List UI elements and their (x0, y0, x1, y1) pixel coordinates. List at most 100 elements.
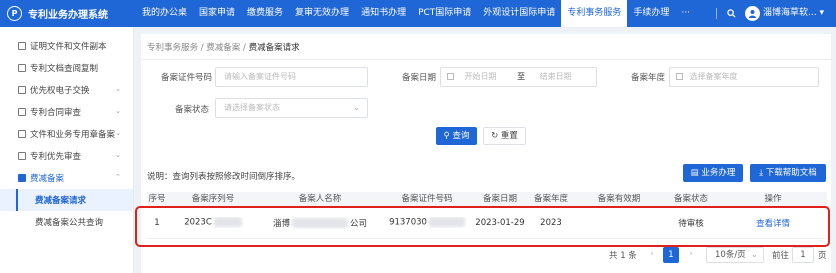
reset-button[interactable]: ↻ 重置 (483, 127, 526, 145)
nav-reexamination[interactable]: 复审无效办理 (289, 0, 355, 27)
calendar-icon (676, 73, 683, 80)
view-details-link[interactable]: 查看详情 (719, 217, 827, 229)
sidebar-item-certificates[interactable]: 证明文件和文件副本 (0, 35, 133, 57)
download-button-label: 下载帮助文档 (765, 168, 817, 178)
nav-patent-affairs[interactable]: 专利事务服务 (561, 0, 628, 27)
breadcrumb-current: 费减备案请求 (248, 43, 300, 53)
sidebar-item-label: 专利文档查阅复制 (30, 64, 99, 74)
cell-index: 1 (154, 217, 160, 228)
col-date: 备案日期 (482, 194, 517, 204)
goto-label: 前往 (772, 251, 790, 261)
year-picker[interactable]: 选择备案年度 (669, 67, 819, 87)
patent-logo-icon: P (7, 6, 22, 21)
search-button-label: 查询 (452, 131, 470, 141)
page-1-button[interactable]: 1 (663, 247, 679, 263)
top-bar: P 专利业务办理系统 我的办公桌 国家申请 缴费服务 复审无效办理 通知书办理 … (0, 0, 836, 27)
col-cert: 备案证件号码 (401, 194, 453, 204)
nav-more[interactable]: ··· (675, 0, 696, 27)
seal-icon (18, 130, 26, 138)
sidebar-item-fee-reduction[interactable]: 费减备案 ⌃ (0, 167, 133, 189)
page-size-select[interactable]: 10条/页 ⌄ (706, 247, 764, 263)
exchange-icon (18, 86, 26, 94)
year-label: 备案年度 (630, 73, 665, 83)
breadcrumb-separator: / (200, 43, 204, 53)
status-select[interactable]: 请选择备案状态 ⌄ (215, 98, 368, 118)
document-icon: ▤ (690, 168, 699, 178)
avatar-icon[interactable] (745, 6, 760, 21)
col-name: 备案人名称 (298, 194, 342, 204)
serial-prefix: 2023C (184, 217, 212, 228)
search-icon[interactable] (724, 6, 739, 21)
breadcrumb: 专利事务服务 / 费减备案 / 费减备案请求 (147, 41, 300, 53)
col-index: 序号 (148, 194, 166, 204)
sidebar-item-label: 专利优先审查 (30, 152, 82, 162)
sidebar-item-label: 证明文件和文件副本 (30, 42, 107, 52)
chevron-down-icon: ▾ (819, 8, 824, 18)
end-date-input[interactable]: 结束日期 (540, 72, 572, 81)
start-date-input[interactable]: 开始日期 (465, 72, 497, 81)
date-range-separator: 至 (517, 72, 526, 81)
search-icon: ⚲ (443, 131, 450, 141)
date-range-picker[interactable]: 开始日期 至 结束日期 (440, 67, 597, 87)
business-button[interactable]: ▤ 业务办理 (683, 164, 743, 182)
app-logo[interactable]: P 专利业务办理系统 (7, 6, 108, 21)
chevron-up-icon: ⌃ (115, 173, 121, 181)
sidebar-item-fee-reduction-query[interactable]: 费减备案公共查询 (0, 211, 133, 233)
cert-prefix: 9137030 (389, 217, 427, 228)
status-label: 备案状态 (174, 105, 209, 115)
contract-icon (18, 108, 26, 116)
pager-total: 共 1 条 (609, 251, 637, 261)
sidebar-item-fee-reduction-request[interactable]: 费减备案请求 (0, 189, 133, 211)
chevron-down-icon: ⌄ (115, 107, 121, 115)
sort-note: 说明：查询列表按照修改时间倒序排序。 (147, 172, 301, 182)
cert-label: 备案证件号码 (161, 73, 213, 83)
main-panel: 专利事务服务 / 费减备案 / 费减备案请求 备案证件号码 请输入备案证件号码 … (141, 34, 831, 273)
year-placeholder: 选择备案年度 (689, 72, 738, 81)
sidebar-item-contract-review[interactable]: 专利合同审查 ⌄ (0, 101, 133, 123)
next-page-button[interactable]: › (684, 247, 698, 263)
cell-year: 2023 (540, 217, 562, 228)
status-placeholder: 请选择备案状态 (224, 103, 280, 112)
app-title: 专利业务办理系统 (28, 10, 108, 21)
table-header: 序号 备案序列号 备案人名称 备案证件号码 备案日期 备案年度 备案有效期 备案… (147, 192, 827, 207)
breadcrumb-link[interactable]: 费减备案 (206, 43, 240, 53)
cell-status: 待审核 (678, 218, 704, 229)
col-year: 备案年度 (533, 194, 568, 204)
prev-page-button[interactable]: ‹ (645, 247, 659, 263)
col-action: 操作 (764, 194, 782, 204)
sidebar-item-file-review[interactable]: 专利文档查阅复制 (0, 57, 133, 79)
user-menu[interactable]: 淄博海草软... ▾ (763, 0, 824, 27)
nav-national-application[interactable]: 国家申请 (193, 0, 241, 27)
breadcrumb-separator: / (243, 43, 246, 53)
name-suffix: 公司 (350, 218, 368, 229)
goto-page-input[interactable]: 1 (792, 247, 814, 263)
nav-procedures[interactable]: 手续办理 (627, 0, 675, 27)
breadcrumb-link[interactable]: 专利事务服务 (147, 43, 198, 53)
chevron-down-icon: ⌄ (353, 103, 360, 112)
nav-design-international[interactable]: 外观设计国际申请 (477, 0, 561, 27)
search-button[interactable]: ⚲ 查询 (436, 127, 477, 145)
cell-serial: 2023C (167, 217, 259, 228)
sidebar-item-priority-exchange[interactable]: 优先权电子交换 ⌄ (0, 79, 133, 101)
refresh-icon: ↻ (491, 131, 499, 141)
sidebar-item-label: 优先权电子交换 (30, 86, 90, 96)
nav-notices[interactable]: 通知书办理 (355, 0, 412, 27)
nav-pct[interactable]: PCT国际申请 (412, 0, 477, 27)
download-help-button[interactable]: ⤓ 下载帮助文档 (750, 164, 826, 182)
nav-fee-service[interactable]: 缴费服务 (241, 0, 289, 27)
chevron-down-icon: ⌄ (115, 85, 121, 93)
calendar-icon (447, 73, 454, 80)
cell-cert: 9137030 (381, 217, 473, 228)
download-icon: ⤓ (759, 168, 764, 178)
chevron-down-icon: ⌄ (115, 129, 121, 137)
sidebar-item-seal-filing[interactable]: 文件和业务专用章备案 ⌄ (0, 123, 133, 145)
reset-button-label: 重置 (500, 131, 518, 141)
nav-my-desk[interactable]: 我的办公桌 (136, 0, 193, 27)
redacted-serial (213, 217, 242, 228)
top-nav: 我的办公桌 国家申请 缴费服务 复审无效办理 通知书办理 PCT国际申请 外观设… (136, 0, 696, 27)
col-serial: 备案序列号 (191, 194, 235, 204)
chevron-down-icon: ⌄ (115, 151, 121, 159)
sidebar-item-priority-review[interactable]: 专利优先审查 ⌄ (0, 145, 133, 167)
page-size-value: 10条/页 (715, 250, 746, 260)
cert-number-input[interactable]: 请输入备案证件号码 (215, 67, 368, 87)
